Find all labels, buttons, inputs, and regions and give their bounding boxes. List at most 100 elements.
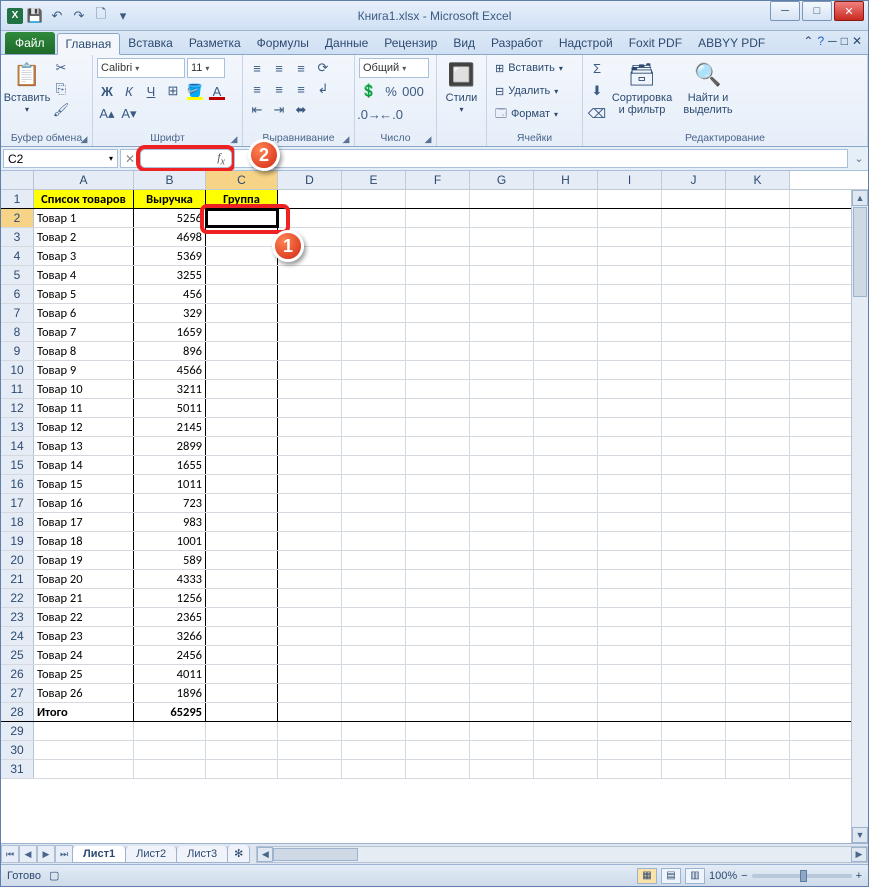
- cell[interactable]: Товар 17: [34, 513, 134, 531]
- cell[interactable]: [726, 608, 790, 626]
- cell[interactable]: [342, 608, 406, 626]
- cell[interactable]: 1011: [134, 475, 206, 493]
- cell[interactable]: [278, 551, 342, 569]
- cell[interactable]: 1896: [134, 684, 206, 702]
- cell[interactable]: [726, 684, 790, 702]
- cell[interactable]: [406, 456, 470, 474]
- cell[interactable]: [470, 475, 534, 493]
- cell[interactable]: [534, 361, 598, 379]
- cell[interactable]: Товар 19: [34, 551, 134, 569]
- cell[interactable]: [470, 703, 534, 721]
- cell[interactable]: [470, 627, 534, 645]
- cell[interactable]: [534, 209, 598, 227]
- cell[interactable]: [534, 475, 598, 493]
- percent-button[interactable]: %: [381, 81, 401, 101]
- tab-data[interactable]: Данные: [317, 32, 376, 54]
- cell[interactable]: [206, 684, 278, 702]
- cell[interactable]: [206, 646, 278, 664]
- sheet-nav-next[interactable]: ▶: [37, 845, 55, 863]
- cell[interactable]: [662, 456, 726, 474]
- zoom-in-button[interactable]: +: [856, 870, 862, 882]
- cell[interactable]: [278, 323, 342, 341]
- cell[interactable]: [470, 380, 534, 398]
- cell[interactable]: [278, 665, 342, 683]
- cell[interactable]: [470, 209, 534, 227]
- scroll-left-button[interactable]: ◀: [257, 847, 273, 862]
- cell[interactable]: [470, 304, 534, 322]
- cell[interactable]: [662, 418, 726, 436]
- cell[interactable]: [406, 570, 470, 588]
- cell[interactable]: Товар 23: [34, 627, 134, 645]
- cell[interactable]: [342, 684, 406, 702]
- cell[interactable]: 1659: [134, 323, 206, 341]
- horizontal-scrollbar[interactable]: ◀ ▶: [256, 846, 868, 863]
- cell[interactable]: [278, 722, 342, 740]
- cell[interactable]: [342, 494, 406, 512]
- tab-abbyypdf[interactable]: ABBYY PDF: [690, 32, 773, 54]
- cell[interactable]: [598, 608, 662, 626]
- cell[interactable]: [470, 760, 534, 778]
- cell[interactable]: Товар 3: [34, 247, 134, 265]
- cell[interactable]: 1256: [134, 589, 206, 607]
- row-header[interactable]: 7: [1, 304, 34, 322]
- cell[interactable]: [662, 361, 726, 379]
- cell[interactable]: [470, 342, 534, 360]
- cell[interactable]: [534, 456, 598, 474]
- cell[interactable]: [342, 646, 406, 664]
- maximize-button[interactable]: □: [802, 1, 832, 21]
- row-header[interactable]: 19: [1, 532, 34, 550]
- cell[interactable]: [278, 608, 342, 626]
- paste-button[interactable]: 📋 Вставить ▾: [5, 57, 49, 114]
- cell[interactable]: 4011: [134, 665, 206, 683]
- new-sheet-button[interactable]: ✻: [227, 845, 250, 863]
- cell[interactable]: [534, 589, 598, 607]
- align-center-button[interactable]: ≡: [269, 79, 289, 99]
- cell[interactable]: Товар 6: [34, 304, 134, 322]
- sheet-nav-prev[interactable]: ◀: [19, 845, 37, 863]
- row-header[interactable]: 27: [1, 684, 34, 702]
- col-header-J[interactable]: J: [662, 171, 726, 189]
- increase-decimal-button[interactable]: .0→: [359, 104, 379, 124]
- cell[interactable]: 589: [134, 551, 206, 569]
- cell[interactable]: Товар 2: [34, 228, 134, 246]
- cell[interactable]: [406, 247, 470, 265]
- cell[interactable]: [206, 665, 278, 683]
- row-header[interactable]: 9: [1, 342, 34, 360]
- cell[interactable]: [470, 608, 534, 626]
- cell[interactable]: [406, 437, 470, 455]
- cell[interactable]: [726, 494, 790, 512]
- cell[interactable]: [662, 532, 726, 550]
- cell[interactable]: [406, 285, 470, 303]
- cell[interactable]: [206, 380, 278, 398]
- cell[interactable]: [278, 627, 342, 645]
- cell[interactable]: [598, 190, 662, 208]
- cell[interactable]: Товар 7: [34, 323, 134, 341]
- cell[interactable]: Выручка: [134, 190, 206, 208]
- cell[interactable]: [278, 475, 342, 493]
- cell[interactable]: 3255: [134, 266, 206, 284]
- decrease-decimal-button[interactable]: ←.0: [381, 104, 401, 124]
- cell[interactable]: [342, 418, 406, 436]
- cell[interactable]: [406, 722, 470, 740]
- row-header[interactable]: 20: [1, 551, 34, 569]
- cell[interactable]: [278, 646, 342, 664]
- cell[interactable]: [534, 304, 598, 322]
- qat-customize-button[interactable]: ▾: [113, 6, 133, 26]
- cell[interactable]: [598, 418, 662, 436]
- zoom-out-button[interactable]: −: [741, 870, 747, 882]
- cell[interactable]: [342, 551, 406, 569]
- cell[interactable]: [406, 323, 470, 341]
- row-header[interactable]: 6: [1, 285, 34, 303]
- vscroll-thumb[interactable]: [853, 207, 867, 297]
- cell[interactable]: [598, 627, 662, 645]
- cell[interactable]: [206, 399, 278, 417]
- cell[interactable]: Товар 8: [34, 342, 134, 360]
- scroll-down-button[interactable]: ▼: [852, 827, 868, 843]
- row-header[interactable]: 16: [1, 475, 34, 493]
- row-header[interactable]: 15: [1, 456, 34, 474]
- cell[interactable]: [278, 209, 342, 227]
- cell[interactable]: [34, 722, 134, 740]
- cell[interactable]: [342, 475, 406, 493]
- cell[interactable]: [470, 551, 534, 569]
- cell[interactable]: [470, 722, 534, 740]
